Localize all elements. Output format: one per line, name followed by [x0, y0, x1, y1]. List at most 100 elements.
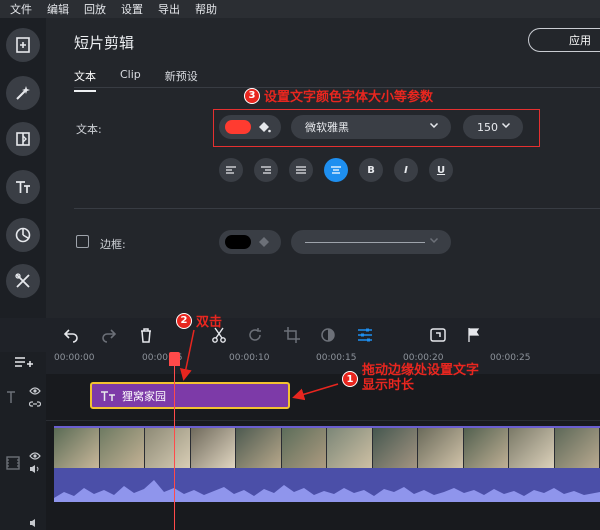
redo-icon[interactable]	[100, 326, 118, 344]
annotation-3: 3 设置文字颜色字体大小等参数	[244, 86, 433, 105]
ruler-tick: 00:00:10	[229, 353, 270, 363]
bold-button[interactable]: B	[359, 158, 383, 182]
panel-tabs: 文本 Clip 新预设	[74, 68, 198, 92]
menubar: 文件 编辑 回放 设置 导出 帮助	[0, 0, 600, 18]
section-divider	[74, 208, 600, 209]
chevron-down-icon	[501, 122, 511, 129]
timeline-ruler[interactable]: 00:00:00 00:00:05 00:00:10 00:00:15 00:0…	[46, 350, 600, 374]
export-frame-icon[interactable]	[429, 326, 447, 344]
video-track-icon	[6, 456, 20, 470]
font-family-select[interactable]: 微软雅黑	[291, 115, 451, 139]
video-frame	[281, 428, 327, 468]
line-style-preview	[305, 241, 425, 243]
marker-flag-icon[interactable]	[465, 326, 483, 344]
menu-settings[interactable]: 设置	[121, 1, 143, 17]
tools-icon	[15, 273, 30, 288]
chevron-down-icon	[429, 122, 439, 129]
annotation-3-number: 3	[244, 87, 260, 104]
annotation-1-text-line2: 显示时长	[362, 378, 415, 393]
title-track-icon	[7, 391, 15, 403]
chevron-down-icon	[429, 237, 439, 244]
import-media-button[interactable]	[6, 28, 40, 62]
undo-icon[interactable]	[62, 326, 80, 344]
rotate-icon[interactable]	[246, 326, 264, 344]
tab-clip[interactable]: Clip	[120, 68, 141, 92]
visibility-eye-icon[interactable]	[29, 386, 41, 396]
border-style-select[interactable]	[291, 230, 451, 254]
text-icon	[16, 181, 30, 193]
paint-bucket-icon	[259, 122, 271, 133]
video-frame	[99, 428, 145, 468]
video-frame	[145, 428, 191, 468]
align-center-icon	[331, 166, 341, 174]
align-left-button[interactable]	[219, 158, 243, 182]
align-right-icon	[261, 166, 271, 174]
menu-help[interactable]: 帮助	[195, 1, 217, 17]
border-label: 边框:	[100, 238, 126, 251]
text-clip[interactable]: 狸窝家园	[90, 382, 290, 409]
speaker-icon[interactable]	[29, 464, 41, 474]
tools-button[interactable]	[6, 264, 40, 298]
border-color-swatch	[225, 235, 251, 249]
ruler-tick: 00:00:20	[403, 353, 444, 363]
text-color-picker[interactable]	[219, 115, 281, 139]
magic-wand-icon	[16, 86, 30, 100]
video-frame	[372, 428, 418, 468]
align-center-button[interactable]	[324, 158, 348, 182]
playhead-line[interactable]	[174, 352, 175, 530]
align-left-icon	[226, 166, 236, 174]
border-checkbox[interactable]	[76, 235, 89, 248]
video-frame	[190, 428, 236, 468]
stickers-button[interactable]	[6, 218, 40, 252]
video-frame	[418, 428, 464, 468]
properties-icon[interactable]	[356, 326, 374, 344]
text-format-toolbar: B I U	[219, 158, 453, 182]
playhead-handle[interactable]	[169, 352, 180, 366]
video-clip-filmstrip[interactable]	[54, 426, 600, 468]
menu-edit[interactable]: 编辑	[47, 1, 69, 17]
video-frame	[554, 428, 600, 468]
ruler-tick: 00:00:25	[490, 353, 531, 363]
annotation-1-number: 1	[342, 371, 358, 387]
annotation-2-text: 双击	[196, 315, 223, 330]
video-frame	[463, 428, 509, 468]
pie-clock-icon	[15, 227, 31, 243]
page-title: 短片剪辑	[74, 34, 135, 52]
align-right-button[interactable]	[254, 158, 278, 182]
video-frame	[54, 428, 100, 468]
effects-button[interactable]	[6, 76, 40, 110]
visibility-eye-icon[interactable]	[29, 451, 41, 461]
audio-waveform[interactable]	[54, 468, 600, 502]
text-label: 文本:	[76, 123, 102, 136]
text-color-swatch	[225, 120, 251, 134]
tab-new-preset[interactable]: 新预设	[165, 68, 198, 92]
align-justify-button[interactable]	[289, 158, 313, 182]
italic-button[interactable]: I	[394, 158, 418, 182]
transitions-button[interactable]	[6, 122, 40, 156]
color-adjust-icon[interactable]	[319, 326, 337, 344]
paint-bucket-icon	[259, 237, 269, 247]
apply-button[interactable]: 应用	[528, 28, 600, 52]
delete-icon[interactable]	[137, 326, 155, 344]
underline-button[interactable]: U	[429, 158, 453, 182]
ruler-tick: 00:00:00	[54, 353, 95, 363]
speaker-icon[interactable]	[29, 518, 41, 528]
border-color-picker[interactable]	[219, 230, 281, 254]
annotation-1: 1 拖动边缘处设置文字 显示时长	[342, 363, 479, 393]
titles-button[interactable]	[6, 170, 40, 204]
annotation-2-number: 2	[176, 312, 192, 329]
add-track-icon[interactable]	[14, 354, 34, 370]
menu-playback[interactable]: 回放	[84, 1, 106, 17]
add-file-icon	[16, 37, 30, 53]
tool-rail	[0, 18, 46, 318]
menu-file[interactable]: 文件	[10, 1, 32, 17]
link-icon[interactable]	[29, 399, 41, 409]
crop-icon[interactable]	[283, 326, 301, 344]
menu-export[interactable]: 导出	[158, 1, 180, 17]
annotation-1-text-line1: 拖动边缘处设置文字	[362, 363, 480, 378]
video-frame	[236, 428, 282, 468]
track-headers	[0, 352, 46, 530]
font-size-select[interactable]: 150	[463, 115, 523, 139]
tab-text[interactable]: 文本	[74, 68, 96, 92]
ruler-tick: 00:00:15	[316, 353, 357, 363]
